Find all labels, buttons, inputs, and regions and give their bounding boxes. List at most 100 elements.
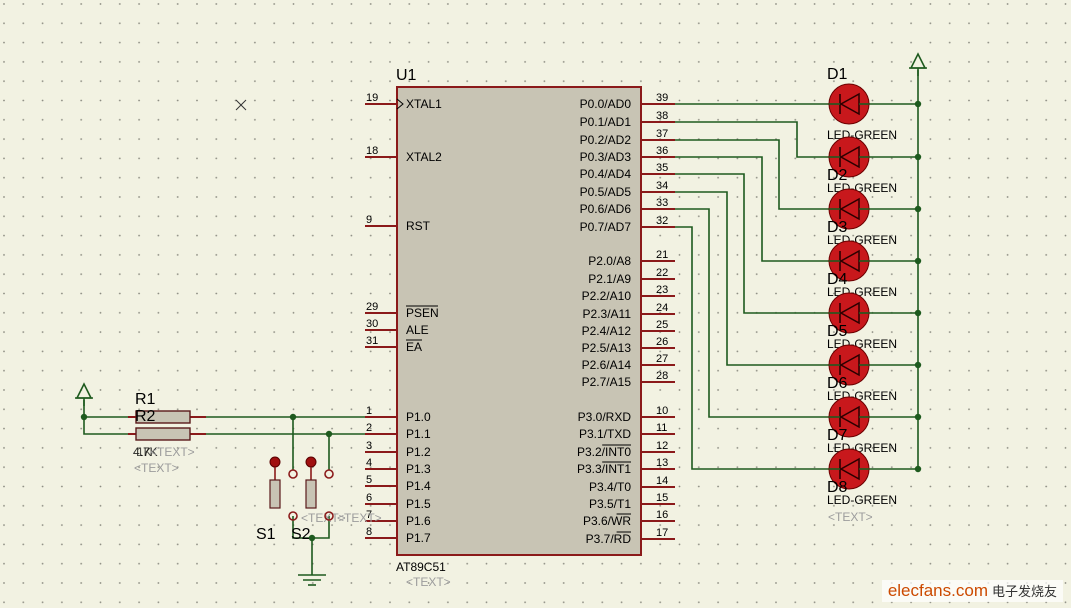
switch-body [269,479,281,509]
mcu-pin-name: P3.4/T0 [589,480,631,494]
mcu-pin-name: P0.2/AD2 [580,133,632,147]
mcu-pin-number: 21 [656,249,668,261]
mcu-pin-number: 35 [656,162,668,174]
led-ref: D8 [827,479,848,496]
mcu-pin-name: P0.3/AD3 [580,150,632,164]
mcu-pin-number: 34 [656,180,668,192]
mcu-pin-name: XTAL2 [406,150,442,164]
mcu-pin-number: 37 [656,128,668,140]
led-ref-d1: D1 [827,66,848,83]
watermark-site: elecfans [887,581,952,600]
mcu-pin-number: 12 [656,440,668,452]
mcu-pin-number: 16 [656,509,668,521]
mcu-pin-name: P2.2/A10 [582,289,632,303]
mcu-pin-name: P2.0/A8 [588,254,631,268]
mcu-pin-number: 1 [366,405,372,417]
mcu-pin-number: 38 [656,110,668,122]
mcu-pin-name: P1.1 [406,427,431,441]
mcu-pin-name: P2.6/A14 [582,358,632,372]
junction-dot [308,534,316,542]
led-text-tag: <TEXT> [828,510,873,524]
junction-dot [914,465,922,473]
mcu-pin-name: P2.1/A9 [588,272,631,286]
mcu-pin-number: 9 [366,214,372,226]
mcu-pin-name: PSEN [406,306,439,320]
mcu-pin-name: P0.6/AD6 [580,202,632,216]
mcu-pin-number: 8 [366,526,372,538]
mcu-pin-name: P3.7/RD [586,532,632,546]
mcu-pin-number: 28 [656,370,668,382]
mcu-pin-number: 23 [656,284,668,296]
mcu-pin-name: EA [406,340,422,354]
mcu-text-tag: <TEXT> [406,575,451,589]
mcu-pin-number: 6 [366,492,372,504]
mcu-pin-number: 36 [656,145,668,157]
watermark: elecfans.com 电子发烧友 [881,580,1063,602]
mcu-pin-number: 18 [366,145,378,157]
switch-body [305,479,317,509]
led-ref: D5 [827,323,848,340]
mcu-pin-number: 31 [366,335,378,347]
mcu-pin-name: P1.3 [406,462,431,476]
mcu-pin-number: 14 [656,475,668,487]
mcu-pin-number: 32 [656,215,668,227]
mcu-pin-name: P1.2 [406,445,431,459]
resistor-text-tag: <TEXT> [134,461,179,475]
resistor-body [135,427,191,441]
junction-dot [914,205,922,213]
junction-dot [914,153,922,161]
mcu-u1[interactable]: U1AT89C51<TEXT>19 XTAL118 XTAL29 RST29 PSEN3… [365,67,675,589]
switch-ref-s1: S1 [256,526,276,543]
mcu-pin-number: 25 [656,319,668,331]
mcu-pin-number: 27 [656,353,668,365]
mcu-pin-number: 2 [366,422,372,434]
mcu-pin-name: P2.3/A11 [583,307,632,321]
mcu-pin-name: P2.5/A13 [582,341,632,355]
led-type-label: LED-GREEN [827,128,897,142]
mcu-pin-number: 15 [656,492,668,504]
mcu-pin-name: P3.6/WR [583,514,631,528]
junction-dot [80,413,88,421]
led-ref: D7 [827,427,848,444]
mcu-pin-number: 39 [656,92,668,104]
mcu-pin-number: 13 [656,457,668,469]
mcu-pin-name: P3.3/INT1 [577,462,631,476]
mcu-pin-name: P0.1/AD1 [580,115,632,129]
led-ref: D4 [827,271,848,288]
mcu-pin-number: 17 [656,527,668,539]
mcu-pin-number: 19 [366,92,378,104]
mcu-pin-number: 33 [656,197,668,209]
mcu-pin-name: P0.5/AD5 [580,185,632,199]
resistor-ref-r2: R2 [135,408,156,425]
mcu-pin-name: P3.1/TXD [579,427,631,441]
mcu-pin-name: P1.5 [406,497,431,511]
mcu-ref: U1 [396,67,417,84]
mcu-pin-number: 29 [366,301,378,313]
mcu-pin-number: 22 [656,267,668,279]
mcu-pin-name: P0.7/AD7 [580,220,632,234]
junction-dot [325,430,333,438]
junction-dot [914,257,922,265]
switch-button-icon [269,456,281,468]
schematic-canvas: U1 AT89C51 <TEXT> 19 XTAL1 18 XTAL2 9 RST 29 PSEN 3… [0,0,1071,608]
mcu-part: AT89C51 [396,560,446,574]
mcu-pin-name: P0.0/AD0 [580,97,632,111]
watermark-domain: .com [951,581,988,600]
mcu-pin-name: RST [406,219,431,233]
junction-dot [289,413,297,421]
mcu-pin-name: P1.0 [406,410,431,424]
mcu-pin-name: P1.7 [406,531,431,545]
mcu-pin-name: P1.6 [406,514,431,528]
mcu-pin-number: 10 [656,405,668,417]
mcu-pin-name: P3.0/RXD [578,410,632,424]
junction-dot [914,309,922,317]
mcu-pin-number: 24 [656,302,668,314]
led-ref: D3 [827,219,848,236]
switch-ref-s2: S2 [291,526,311,543]
mcu-pin-number: 3 [366,440,372,452]
switch-button-icon [305,456,317,468]
mcu-pin-name: P1.4 [406,479,431,493]
mcu-pin-name: P2.7/A15 [582,375,632,389]
mcu-pin-number: 5 [366,474,372,486]
schematic-svg: U1AT89C51<TEXT>19 XTAL118 XTAL29 RST29 PSEN3… [0,0,1071,608]
